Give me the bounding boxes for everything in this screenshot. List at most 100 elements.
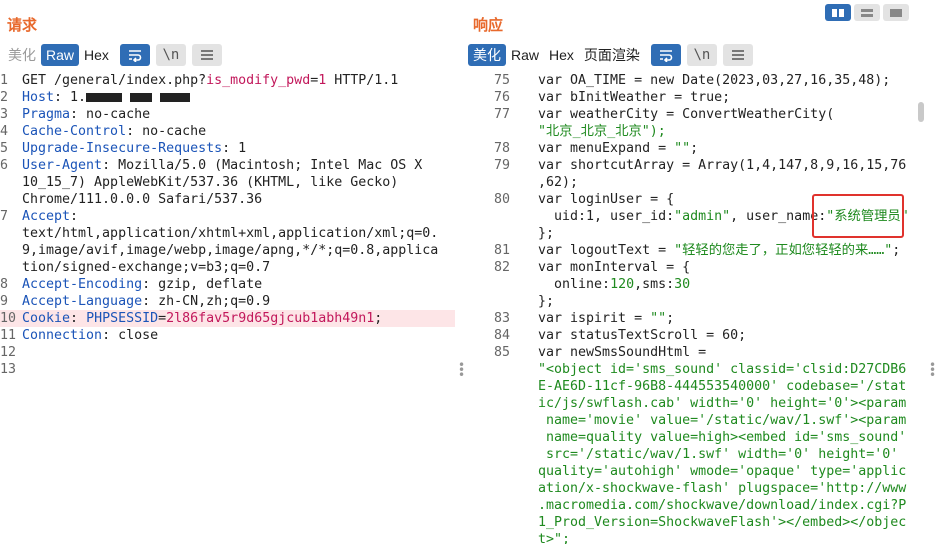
redacted-mask [86,92,123,102]
code-line[interactable]: text/html,application/xhtml+xml,applicat… [0,225,455,242]
code-line[interactable]: name=quality value=high><embed id='sms_s… [468,429,928,446]
code-line[interactable]: 7 Accept: [0,208,455,225]
code-token: ,sms: [634,277,675,292]
tab-raw[interactable]: Raw [41,44,80,66]
code-token: var logoutText = [538,243,675,258]
code-token: Pragma [22,107,71,122]
code-token: 1_Prod_Version=ShockwaveFlash'></embed><… [538,515,907,530]
code-line[interactable]: 8 Accept-Encoding: gzip, deflate [0,276,455,293]
code-line[interactable]: 1_Prod_Version=ShockwaveFlash'></embed><… [468,514,928,531]
code-token: "admin" [674,209,731,224]
code-token: var bInitWeather = true; [538,90,731,105]
code-line[interactable]: online:120,sms:30 [468,276,928,293]
code-token: var weatherCity = ConvertWeatherCity( [538,107,835,122]
code-line[interactable]: 10_15_7) AppleWebKit/537.36 (KHTML, like… [0,174,455,191]
line-number [0,259,22,276]
line-text: var bInitWeather = true; [538,89,730,106]
code-line[interactable]: 9,image/avif,image/webp,image/apng,*/*;q… [0,242,455,259]
tab-pretty[interactable]: 美化 [468,44,506,66]
code-line[interactable]: ic/js/swflash.cab' width='0' height='0'>… [468,395,928,412]
code-line[interactable]: 6 User-Agent: Mozilla/5.0 (Macintosh; Int… [0,157,455,174]
view-single-button[interactable] [883,4,909,21]
view-layout-toggle [825,4,909,21]
tab-render[interactable]: 页面渲染 [579,44,645,66]
code-line[interactable]: 10 Cookie: PHPSESSID=2l86fav5r9d65gjcub1a… [0,310,455,327]
code-line[interactable]: E-AE6D-11cf-96B8-444553540000' codebase=… [468,378,928,395]
code-line[interactable]: .macromedia.com/shockwave/download/index… [468,497,928,514]
code-token: Accept [22,209,71,224]
code-line[interactable]: 2 Host: 1. [0,89,455,106]
highlight-box [812,194,904,238]
wrap-lines-icon [659,50,673,62]
code-line[interactable]: 84 var statusTextScroll = 60; [468,327,928,344]
code-line[interactable]: Chrome/111.0.0.0 Safari/537.36 [0,191,455,208]
tab-hex[interactable]: Hex [544,44,579,66]
code-line[interactable]: quality='autohigh' wmode='opaque' type='… [468,463,928,480]
pane-divider[interactable]: • • • [455,0,468,544]
view-horizontal-button[interactable] [854,4,880,21]
code-line[interactable]: 85 var newSmsSoundHtml = [468,344,928,361]
code-line[interactable]: 5 Upgrade-Insecure-Requests: 1 [0,140,455,157]
code-token: ic/js/swflash.cab' width='0' height='0'>… [538,396,907,411]
request-editor[interactable]: 1 GET /general/index.php?is_modify_pwd=1 … [0,72,455,378]
line-text: var weatherCity = ConvertWeatherCity( [538,106,834,123]
code-token: GET /general/index.php? [22,73,207,88]
code-line[interactable]: src='/static/wav/1.swf' width='0' height… [468,446,928,463]
show-newlines-button[interactable]: \n [155,44,186,66]
line-number: 77 [493,107,510,122]
wrap-lines-button[interactable] [119,44,150,66]
code-line[interactable]: 83 var ispirit = ""; [468,310,928,327]
code-line[interactable]: 76 var bInitWeather = true; [468,89,928,106]
code-token: 9,image/avif,image/webp,image/apng,*/*;q… [22,243,439,258]
request-toolbar: 美化 Raw Hex \n [3,44,222,66]
line-number: 3 [0,107,9,122]
code-line[interactable]: 1 GET /general/index.php?is_modify_pwd=1 … [0,72,455,89]
tab-hex[interactable]: Hex [79,44,114,66]
line-number: 5 [0,141,9,156]
response-editor[interactable]: 75 var OA_TIME = new Date(2023,03,27,16,3… [468,72,928,544]
code-token: tion/signed-exchange;v=b3;q=0.7 [22,260,271,275]
line-text: Accept-Language: zh-CN,zh;q=0.9 [22,293,270,310]
tab-raw[interactable]: Raw [506,44,544,66]
code-line[interactable]: 77 var weatherCity = ConvertWeatherCity( [468,106,928,123]
line-text: var OA_TIME = new Date(2023,03,27,16,35,… [538,72,890,89]
line-number: 12 [0,345,17,360]
code-line[interactable]: 11 Connection: close [0,327,455,344]
view-split-button[interactable] [825,4,851,21]
code-line[interactable]: 4 Cache-Control: no-cache [0,123,455,140]
code-line[interactable]: "北京_北京_北京"); [468,123,928,140]
show-newlines-button[interactable]: \n [686,44,717,66]
code-line[interactable]: tion/signed-exchange;v=b3;q=0.7 [0,259,455,276]
divider-handle-icon[interactable]: • • • [458,359,465,381]
code-line[interactable]: 82 var monInterval = { [468,259,928,276]
code-line[interactable]: 3 Pragma: no-cache [0,106,455,123]
right-resize-handle-icon[interactable]: • • • [929,359,936,381]
response-pane: 响应 美化 Raw Hex 页面渲染 \n 75 var OA_TIME = ne… [468,0,937,544]
code-line[interactable]: "<object id='sms_sound' classid='clsid:D… [468,361,928,378]
line-text: Upgrade-Insecure-Requests: 1 [22,140,246,157]
line-text: var logoutText = "轻轻的您走了，正如您轻轻的来……"; [538,242,900,259]
code-line[interactable]: ,62); [468,174,928,191]
code-line[interactable]: ation/x-shockwave-flash' plugspace='http… [468,480,928,497]
code-line[interactable]: 9 Accept-Language: zh-CN,zh;q=0.9 [0,293,455,310]
line-number: 9 [0,294,9,309]
code-line[interactable]: 75 var OA_TIME = new Date(2023,03,27,16,3… [468,72,928,89]
code-line[interactable]: 81 var logoutText = "轻轻的您走了，正如您轻轻的来……"; [468,242,928,259]
response-scrollbar[interactable] [918,102,924,122]
code-line[interactable]: 78 var menuExpand = ""; [468,140,928,157]
code-line[interactable]: 79 var shortcutArray = Array(1,4,147,8,9,… [468,157,928,174]
code-line[interactable]: }; [468,293,928,310]
code-token: src='/static/wav/1.swf' width='0' height… [538,447,899,462]
code-line[interactable]: 13 [0,361,455,378]
wrap-lines-button[interactable] [650,44,681,66]
code-token: ation/x-shockwave-flash' plugspace='http… [538,481,907,496]
code-token: : [70,311,87,326]
code-token: Chrome/111.0.0.0 Safari/537.36 [22,192,263,207]
code-token: : Mozilla/5.0 (Macintosh; Intel Mac OS X [102,158,423,173]
request-menu-button[interactable] [191,44,222,66]
tab-pretty[interactable]: 美化 [3,44,41,66]
response-menu-button[interactable] [722,44,753,66]
code-line[interactable]: 12 [0,344,455,361]
code-line[interactable]: name='movie' value='/static/wav/1.swf'><… [468,412,928,429]
code-line[interactable]: t>"; [468,531,928,544]
